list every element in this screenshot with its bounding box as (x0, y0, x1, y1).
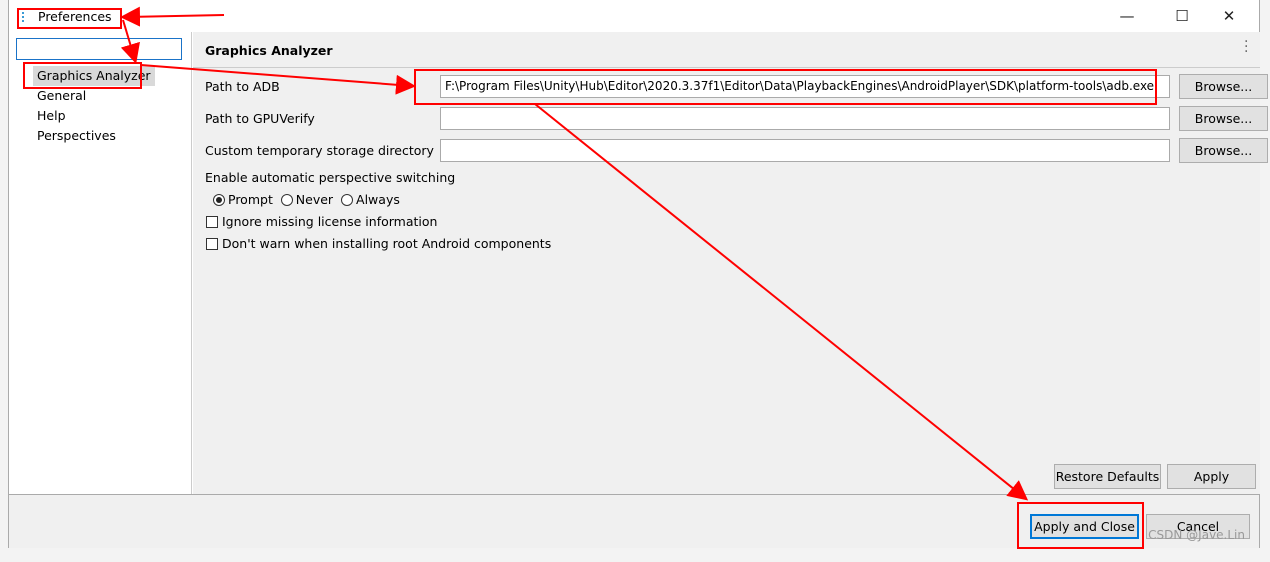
arrow (120, 19, 140, 64)
highlight-box-apply-close (1017, 502, 1144, 549)
arrow (120, 6, 225, 27)
highlight-box-title (17, 8, 122, 29)
highlight-box-tree-item (23, 62, 142, 89)
annotation-overlay (17, 6, 1157, 549)
arrow (140, 64, 416, 95)
highlight-box-adb (414, 69, 1157, 105)
arrow (534, 103, 1029, 501)
